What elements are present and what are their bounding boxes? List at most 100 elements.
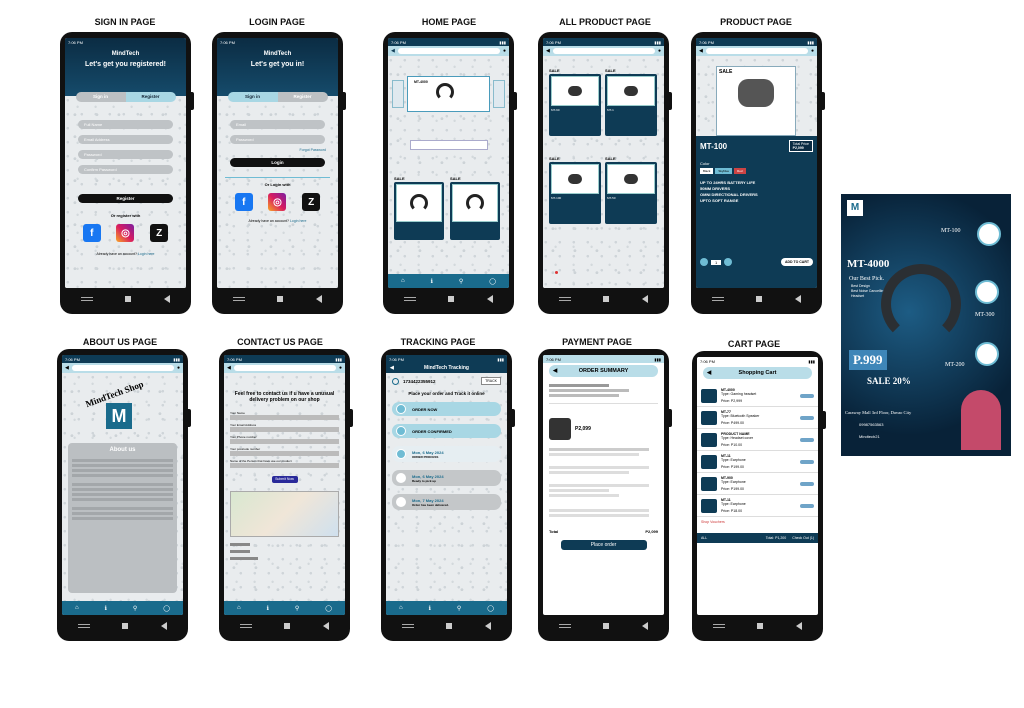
home-square-icon[interactable] [446, 623, 453, 629]
recent-apps-icon[interactable] [559, 297, 572, 301]
cart-icon[interactable]: ● [811, 48, 814, 54]
recent-apps-icon[interactable] [713, 624, 726, 628]
home-icon[interactable]: ⌂ [401, 278, 405, 284]
tab-register[interactable]: Register [125, 92, 176, 102]
back-triangle-icon[interactable] [795, 622, 802, 630]
color-black[interactable]: Black [700, 168, 714, 174]
plus-button[interactable] [724, 258, 733, 266]
person-field[interactable] [230, 463, 339, 468]
back-triangle-icon[interactable] [160, 622, 167, 630]
search-input[interactable] [552, 48, 655, 54]
tab-signin[interactable]: Sign in [227, 92, 278, 102]
cart-item[interactable]: PRODUCT NAME Type: Headset cover Price: P1… [697, 429, 818, 451]
back-icon[interactable]: ◀ [707, 367, 711, 379]
search-icon[interactable]: ⚲ [295, 605, 299, 612]
cart-item[interactable]: MT-77 Type: Bluetooth Speaker Price: P499.… [697, 407, 818, 429]
confirm-password-field[interactable]: Confirm Password [78, 165, 173, 174]
facebook-icon[interactable]: f [234, 193, 253, 211]
login-link[interactable]: Login here [138, 252, 155, 256]
back-triangle-icon[interactable] [641, 622, 648, 630]
facebook-icon[interactable]: f [82, 224, 101, 242]
quantity-stepper[interactable] [800, 459, 814, 464]
cart-icon[interactable]: ● [503, 48, 506, 54]
color-skyblue[interactable]: Skyblue [715, 168, 733, 174]
home-square-icon[interactable] [284, 623, 291, 629]
search-input[interactable] [71, 365, 174, 371]
recent-apps-icon[interactable] [78, 624, 91, 628]
cart-item[interactable]: MT-4000 Type: Gaming headset Price: P2,999 [697, 385, 818, 407]
recent-apps-icon[interactable] [402, 624, 415, 628]
checkout-button[interactable]: Check Out (1) [792, 536, 814, 540]
home-square-icon[interactable] [448, 296, 455, 302]
chat-icon[interactable]: ◯ [487, 605, 494, 612]
back-icon[interactable]: ◀ [390, 363, 394, 373]
cart-item[interactable]: MT-11 Type: Earphone Price: P199.00 [697, 451, 818, 473]
home-square-icon[interactable] [603, 623, 610, 629]
password-field[interactable]: Password [78, 150, 173, 159]
cart-icon[interactable]: ● [339, 365, 342, 371]
login-button[interactable]: Login [230, 158, 325, 167]
z-icon[interactable]: Z [302, 193, 321, 211]
z-icon[interactable]: Z [150, 224, 169, 242]
info-icon[interactable]: ℹ [267, 605, 269, 612]
home-square-icon[interactable] [122, 623, 129, 629]
search-icon[interactable]: ⚲ [459, 278, 463, 285]
back-icon[interactable]: ◀ [391, 48, 395, 54]
select-all-checkbox[interactable]: ALL [701, 536, 707, 540]
product-card[interactable] [394, 182, 444, 240]
search-icon[interactable]: ⚲ [457, 605, 461, 612]
chat-icon[interactable]: ◯ [163, 605, 170, 612]
back-icon[interactable]: ◀ [65, 365, 69, 371]
back-triangle-icon[interactable] [315, 295, 322, 303]
recent-apps-icon[interactable] [404, 297, 417, 301]
search-input[interactable] [397, 48, 500, 54]
back-triangle-icon[interactable] [641, 295, 648, 303]
search-bar[interactable]: ◀ ● [388, 46, 509, 56]
tab-signin[interactable]: Sign in [75, 92, 126, 102]
recent-apps-icon[interactable] [712, 297, 725, 301]
home-icon[interactable]: ⌂ [75, 605, 79, 611]
instagram-icon[interactable]: ◎ [268, 193, 287, 211]
product-card[interactable]: MT-90 [549, 74, 601, 136]
name-field[interactable] [230, 415, 339, 420]
postcode-field[interactable] [230, 451, 339, 456]
home-square-icon[interactable] [125, 296, 132, 302]
quantity-stepper[interactable] [800, 481, 814, 486]
product-card[interactable]: MT-100 [549, 162, 601, 224]
register-button[interactable]: Register [78, 194, 173, 203]
track-button[interactable]: TRACK [481, 377, 501, 385]
phone-field[interactable] [230, 439, 339, 444]
recent-apps-icon[interactable] [81, 297, 94, 301]
shop-vouchers[interactable]: Shop Vouchers [697, 517, 818, 527]
color-red[interactable]: Red [734, 168, 746, 174]
info-icon[interactable]: ℹ [431, 278, 433, 285]
back-icon[interactable]: ◀ [227, 365, 231, 371]
home-square-icon[interactable] [277, 296, 284, 302]
recent-apps-icon[interactable] [559, 624, 572, 628]
promo-banner[interactable] [410, 140, 488, 150]
password-field[interactable]: Password [230, 135, 325, 144]
search-input[interactable] [233, 365, 336, 371]
map-image[interactable] [230, 491, 339, 537]
info-icon[interactable]: ℹ [105, 605, 107, 612]
submit-button[interactable]: Submit Now [271, 476, 298, 483]
back-triangle-icon[interactable] [322, 622, 329, 630]
cart-icon[interactable]: ● [658, 48, 661, 54]
email-field[interactable]: Email Address [78, 135, 173, 144]
place-order-button[interactable]: Place order [560, 540, 647, 550]
back-triangle-icon[interactable] [794, 295, 801, 303]
chat-icon[interactable]: ◯ [489, 278, 496, 285]
quantity-stepper[interactable] [800, 393, 814, 398]
product-card[interactable]: MT-50 [605, 162, 657, 224]
home-icon[interactable]: ⌂ [237, 605, 241, 611]
back-icon[interactable]: ◀ [553, 365, 557, 377]
home-square-icon[interactable] [757, 623, 764, 629]
quantity-stepper[interactable] [800, 503, 814, 508]
login-link[interactable]: Login here [290, 219, 307, 223]
add-to-cart-button[interactable]: ADD TO CART [780, 258, 813, 266]
fullname-field[interactable]: Full Name [78, 120, 173, 129]
back-icon[interactable]: ◀ [546, 48, 550, 54]
back-triangle-icon[interactable] [163, 295, 170, 303]
minus-button[interactable] [700, 258, 708, 266]
recent-apps-icon[interactable] [233, 297, 246, 301]
